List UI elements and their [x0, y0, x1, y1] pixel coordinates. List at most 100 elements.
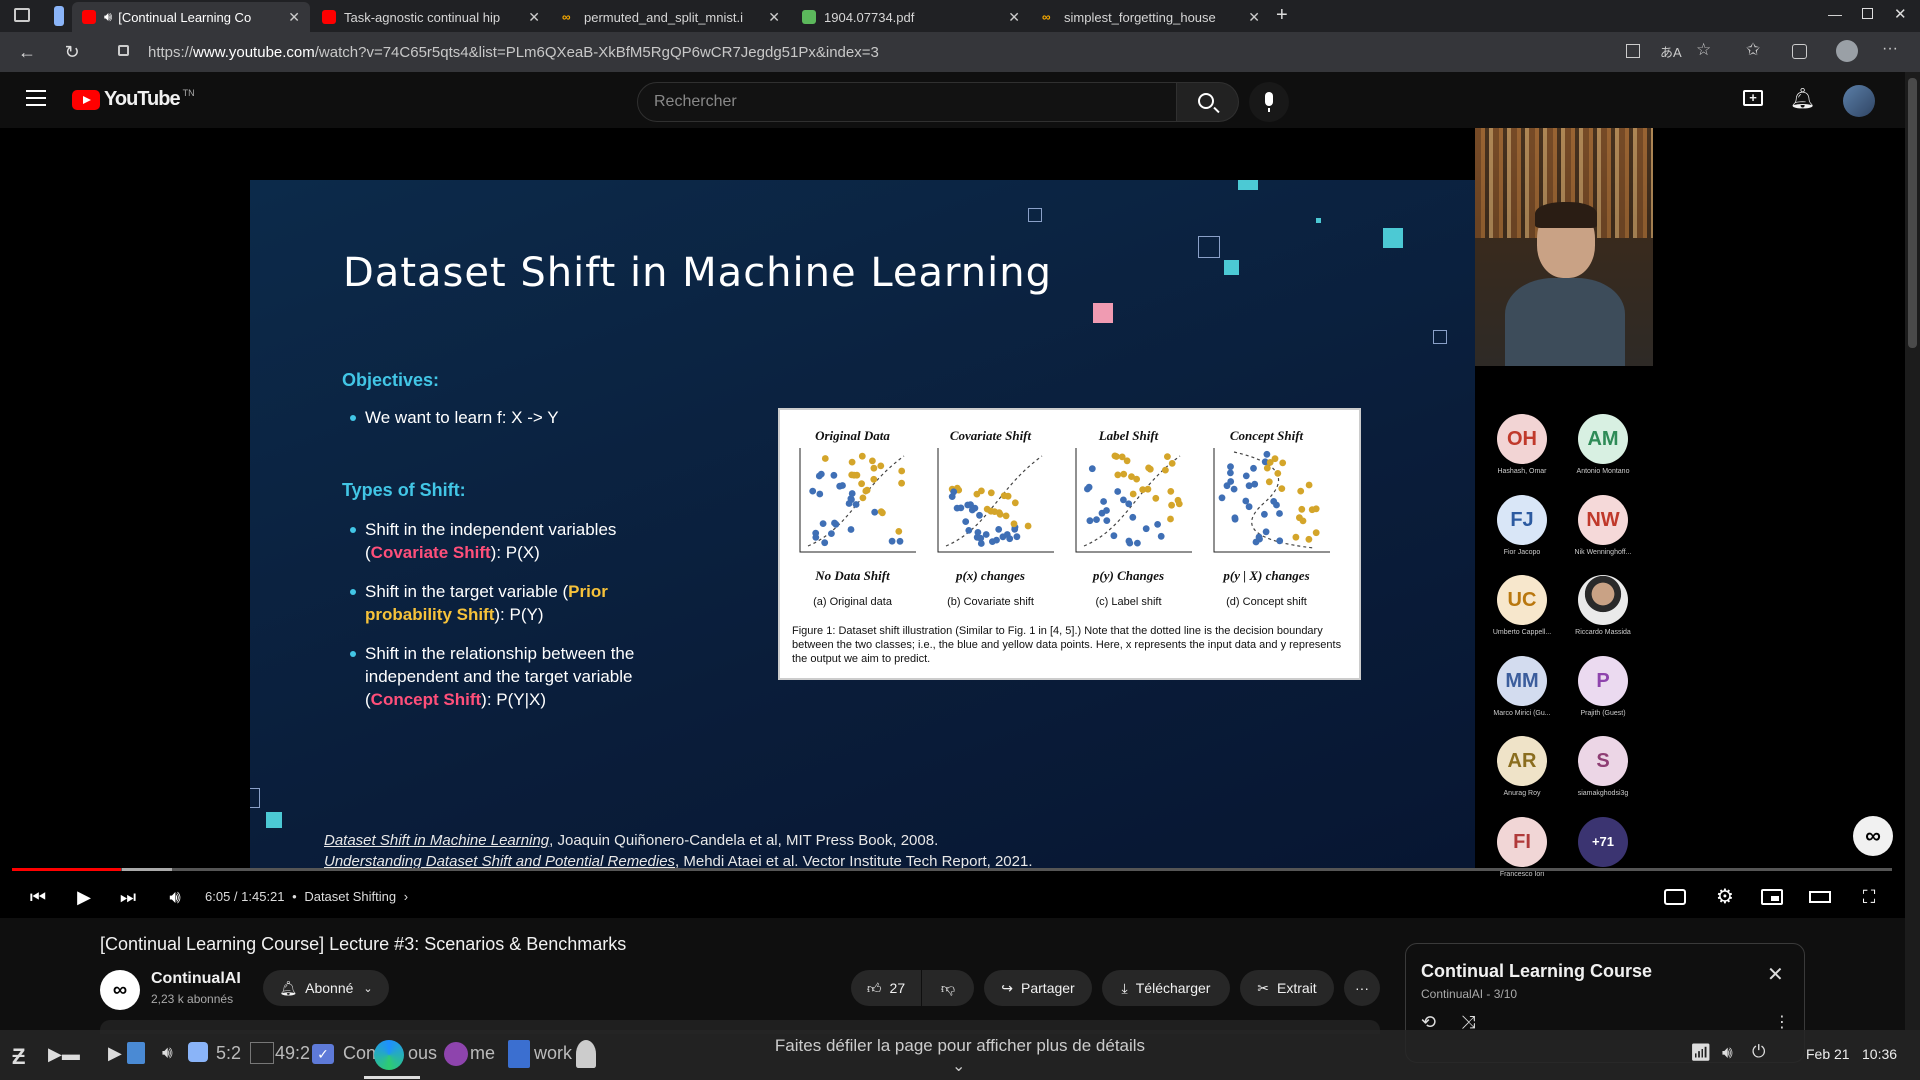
video-player[interactable]: Dataset Shift in Machine Learning Object… [0, 128, 1905, 918]
tab-permuted-mnist[interactable]: ∞ permuted_and_split_mnist.i ✕ [552, 2, 790, 32]
collections-icon[interactable] [1792, 44, 1807, 59]
settings-gear-icon[interactable]: ⚙︎ [1713, 885, 1737, 909]
participant-avatar[interactable]: OH [1497, 414, 1547, 464]
favorite-add-icon[interactable]: ☆ [1696, 40, 1711, 60]
notifications-bell-icon[interactable]: 🔔︎ [1790, 86, 1815, 111]
progress-bar[interactable] [12, 868, 1892, 871]
minimize-icon[interactable]: — [1828, 6, 1842, 22]
dislike-button[interactable]: 👎︎ [922, 970, 974, 1006]
hamburger-menu-icon[interactable] [26, 90, 46, 106]
new-tab-icon[interactable]: + [1276, 4, 1288, 27]
youtube-logo[interactable]: YouTube TN [72, 88, 195, 111]
panel-subtitle: p(y) Changes [1092, 568, 1165, 583]
favorites-icon[interactable]: ✩ [1746, 40, 1760, 60]
yellow-point [870, 475, 878, 483]
participant-avatar[interactable]: NW [1578, 494, 1628, 545]
workspace-icon[interactable] [54, 6, 64, 26]
back-icon[interactable]: ← [15, 40, 39, 64]
participant-avatar[interactable]: AM [1578, 414, 1628, 464]
playlist-title[interactable]: Continual Learning Course [1421, 961, 1652, 982]
yellow-point [987, 489, 995, 497]
participant-avatar[interactable]: MM [1497, 655, 1547, 706]
url-field[interactable]: https:// www.youtube.com /watch?v=74C65r… [148, 37, 1920, 67]
page-scrollbar[interactable] [1905, 72, 1920, 1030]
decoration [1093, 303, 1113, 323]
tab-pdf[interactable]: 1904.07734.pdf ✕ [792, 2, 1030, 32]
like-button[interactable]: 👍︎ 27 [851, 970, 921, 1006]
close-tab-icon[interactable]: ✕ [1008, 9, 1020, 26]
speaker-icon[interactable]: 🔊︎ [104, 9, 112, 25]
search-icon [1198, 93, 1214, 109]
close-tab-icon[interactable]: ✕ [288, 9, 300, 26]
blue-point [995, 526, 1003, 533]
participant-avatar[interactable]: +71 [1578, 816, 1628, 867]
previous-icon[interactable]: ⏮︎ [26, 885, 50, 909]
participant-avatar[interactable]: FI [1497, 816, 1547, 867]
tab-forgetting[interactable]: ∞ simplest_forgetting_house ✕ [1032, 2, 1270, 32]
subtitles-icon[interactable] [1664, 885, 1688, 909]
chevron-right-icon[interactable]: › [404, 889, 408, 904]
theater-mode-icon[interactable] [1809, 885, 1833, 909]
close-window-icon[interactable]: ✕ [1894, 5, 1907, 23]
channel-avatar[interactable]: ∞ [100, 970, 140, 1010]
play-icon[interactable]: ▶︎ [72, 885, 96, 909]
yellow-point [983, 505, 991, 513]
miniplayer-icon[interactable] [1761, 885, 1785, 909]
blue-point [847, 526, 855, 533]
app-available-icon[interactable] [1626, 44, 1640, 58]
account-avatar[interactable] [1843, 85, 1875, 117]
panel-subtitle: No Data Shift [815, 568, 890, 583]
close-tab-icon[interactable]: ✕ [528, 9, 540, 26]
channel-name[interactable]: ContinualAI [151, 970, 241, 988]
close-icon[interactable]: ✕ [1767, 962, 1784, 987]
window-menu-icon[interactable] [14, 8, 30, 22]
profile-icon[interactable] [1836, 40, 1858, 62]
close-tab-icon[interactable]: ✕ [768, 9, 780, 26]
blue-point [888, 537, 896, 545]
decoration [1316, 218, 1321, 223]
types-heading: Types of Shift: [342, 480, 466, 500]
tab-continual-learning[interactable]: 🔊︎ [Continual Learning Co ✕ [72, 2, 310, 32]
player-controls: ⏮︎ ▶︎ ⏭︎ 🔊︎ 6:05 / 1:45:21 • Dataset Shi… [0, 875, 1905, 917]
reload-icon[interactable]: ↻ [60, 40, 84, 64]
chapter-label[interactable]: Dataset Shifting [304, 889, 396, 904]
subscribed-button[interactable]: 🔔︎ Abonné ⌄ [263, 970, 389, 1006]
participant-avatar[interactable] [1578, 575, 1628, 625]
lock-icon[interactable] [118, 45, 129, 56]
share-button[interactable]: ↪ Partager [984, 970, 1092, 1006]
volume-icon[interactable]: 🔊︎ [163, 885, 187, 909]
yellow-point [1168, 501, 1175, 509]
fullscreen-icon[interactable]: ⛶ [1857, 885, 1881, 909]
participant-avatar[interactable]: AR [1497, 736, 1547, 786]
yellow-point [898, 479, 905, 487]
create-video-icon[interactable]: + [1743, 90, 1763, 106]
close-tab-icon[interactable]: ✕ [1248, 9, 1260, 26]
yellow-point [1162, 466, 1169, 474]
chevron-down-icon[interactable]: ⌄ [952, 1056, 965, 1076]
search-button[interactable] [1177, 82, 1239, 122]
blue-point [950, 488, 958, 496]
share-label: Partager [1021, 980, 1075, 996]
active-indicator [364, 1076, 420, 1079]
participant-avatar[interactable]: UC [1497, 575, 1547, 625]
translate-icon[interactable]: あA [1660, 42, 1682, 61]
participant-avatar[interactable]: FJ [1497, 494, 1547, 545]
more-actions-button[interactable]: ··· [1344, 970, 1380, 1006]
share-icon: ↪ [1001, 979, 1014, 996]
participant-avatar[interactable]: S [1578, 736, 1628, 786]
clip-button[interactable]: ✂︎ Extrait [1240, 970, 1334, 1006]
decision-boundary [945, 455, 1043, 547]
participant-avatar[interactable]: P [1578, 655, 1628, 706]
panel-caption: (d) Concept shift [1226, 596, 1307, 608]
restore-icon[interactable] [1862, 8, 1873, 19]
more-icon[interactable]: ··· [1882, 40, 1898, 58]
more-vertical-icon[interactable]: ⋮ [1774, 1012, 1790, 1032]
tab-task-agnostic[interactable]: Task-agnostic continual hip ✕ [312, 2, 550, 32]
scrollbar-thumb[interactable] [1908, 78, 1917, 348]
search-input[interactable]: Rechercher [637, 82, 1177, 122]
participant-name: Fior Jacopo [1503, 548, 1541, 556]
next-icon[interactable]: ⏭︎ [116, 885, 140, 909]
voice-search-button[interactable] [1249, 82, 1289, 122]
download-button[interactable]: ⤓ Télécharger [1102, 970, 1230, 1006]
channel-watermark-icon[interactable]: ∞ [1853, 816, 1893, 856]
